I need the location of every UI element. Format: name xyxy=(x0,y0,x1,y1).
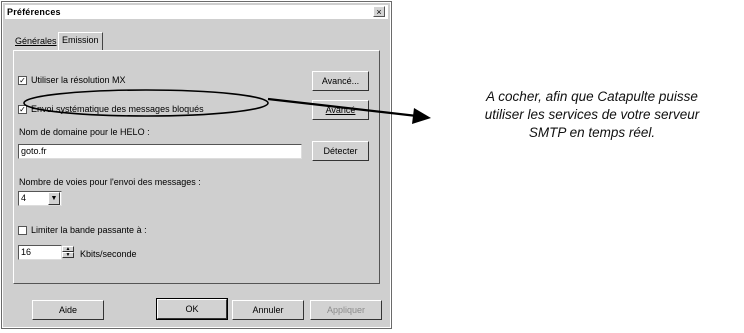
callout-arrow-line xyxy=(267,97,418,118)
annotation-line: A cocher, afin que Catapulte puisse xyxy=(486,89,698,104)
annotation-line: utiliser les services de votre serveur xyxy=(484,107,700,122)
annotation-line: SMTP en temps réel. xyxy=(528,125,656,140)
highlight-ellipse xyxy=(23,89,269,117)
callout-overlay xyxy=(23,89,431,124)
annotation-text: A cocher, afin que Catapulte puisse util… xyxy=(436,88,744,142)
callout-arrowhead xyxy=(412,108,431,124)
